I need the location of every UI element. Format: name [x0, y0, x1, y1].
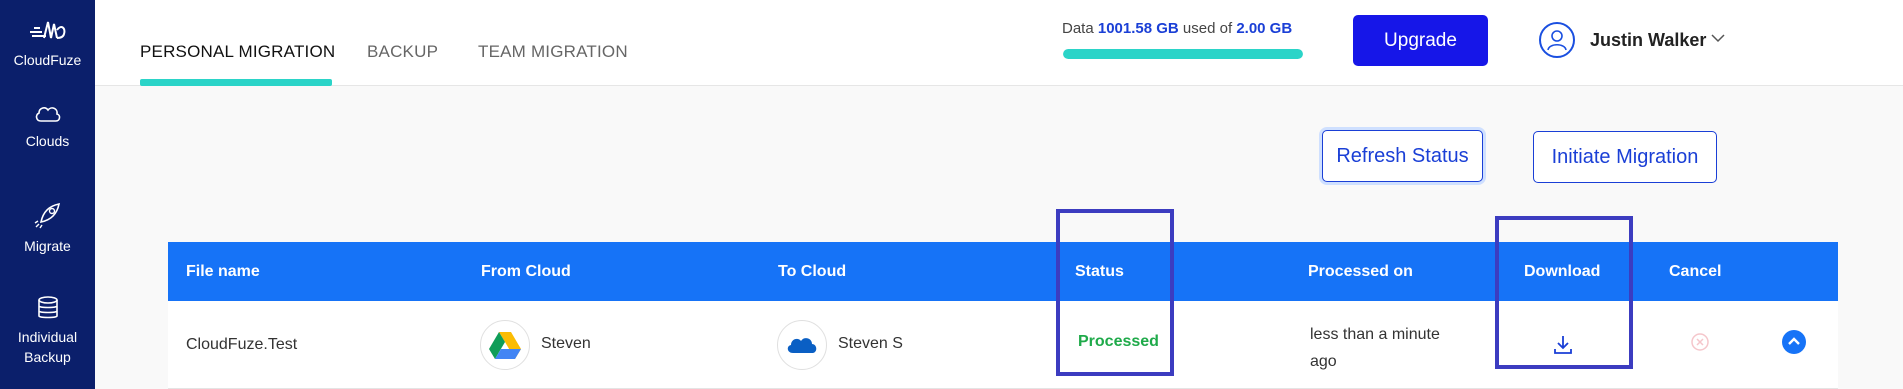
column-header-to-cloud: To Cloud — [778, 263, 847, 280]
user-icon — [1547, 30, 1567, 51]
tab-backup[interactable]: BACKUP — [367, 42, 438, 62]
storage-progress-fill — [1063, 49, 1303, 59]
tab-team-migration[interactable]: TEAM MIGRATION — [478, 42, 628, 62]
chevron-down-icon[interactable] — [1710, 32, 1726, 44]
sidebar-item-clouds[interactable]: Clouds — [0, 103, 95, 151]
onedrive-icon — [777, 320, 827, 370]
upgrade-button[interactable]: Upgrade — [1353, 15, 1488, 66]
sidebar-item-label: Individual Backup — [17, 329, 78, 365]
sidebar-item-individual-backup[interactable]: Individual Backup — [0, 295, 95, 367]
refresh-status-button[interactable]: Refresh Status — [1322, 130, 1483, 182]
status-highlight-box — [1056, 209, 1174, 376]
sidebar-item-migrate[interactable]: Migrate — [0, 200, 95, 256]
file-name-cell: CloudFuze.Test — [186, 336, 298, 353]
cloud-icon — [35, 107, 60, 122]
initiate-migration-button[interactable]: Initiate Migration — [1533, 131, 1717, 183]
chevron-up-icon[interactable] — [1781, 329, 1807, 355]
storage-used: 1001.58 GB — [1097, 20, 1179, 37]
storage-prefix: Data — [1062, 20, 1094, 37]
storage-total: 2.00 GB — [1236, 20, 1293, 37]
column-header-file-name: File name — [186, 263, 260, 280]
cloudfuze-logo-icon — [29, 21, 65, 39]
column-header-from-cloud: From Cloud — [481, 263, 571, 280]
column-header-cancel: Cancel — [1669, 263, 1722, 280]
storage-progress-bar — [1063, 49, 1303, 59]
to-cloud-cell: Steven S — [838, 335, 903, 352]
sidebar: CloudFuze Clouds Migrate Individual Back… — [0, 0, 95, 389]
brand-label: CloudFuze — [13, 52, 82, 68]
processed-on-cell: less than a minute ago — [1310, 326, 1440, 370]
tab-personal-migration[interactable]: PERSONAL MIGRATION — [140, 42, 335, 62]
cancel-icon[interactable] — [1690, 332, 1710, 352]
sidebar-logo[interactable]: CloudFuze — [0, 16, 95, 70]
storage-usage-text: Data 1001.58 GB used of 2.00 GB — [1062, 20, 1292, 37]
google-drive-icon — [480, 320, 530, 370]
storage-middle: used of — [1182, 20, 1233, 37]
column-header-processed-on: Processed on — [1308, 263, 1413, 280]
user-name[interactable]: Justin Walker — [1590, 30, 1706, 51]
active-tab-indicator — [140, 79, 332, 86]
from-cloud-cell: Steven — [541, 335, 591, 352]
sidebar-item-label: Migrate — [24, 238, 71, 254]
database-icon — [37, 296, 58, 319]
download-highlight-box — [1495, 216, 1633, 369]
avatar[interactable] — [1539, 22, 1575, 58]
sidebar-item-label: Clouds — [25, 133, 70, 149]
rocket-icon — [34, 202, 60, 229]
